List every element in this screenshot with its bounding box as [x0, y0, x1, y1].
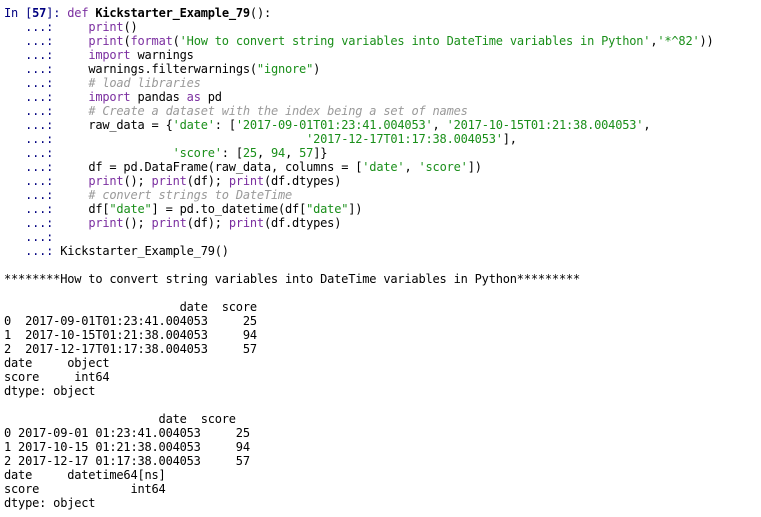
input-line-4: ...: import warnings: [4, 48, 194, 62]
df1-header: date score: [4, 300, 257, 314]
code-comment: # Create a dataset with the index being …: [88, 104, 468, 118]
continuation-prompt: ...:: [4, 118, 54, 132]
input-line-16: ...: print(); print(df); print(df.dtypes…: [4, 216, 342, 230]
df1-row: 0 2017-09-01T01:23:41.004053 25: [4, 314, 257, 328]
continuation-prompt: ...:: [4, 20, 54, 34]
df1-dtype-line: dtype: object: [4, 384, 96, 398]
input-line-18: ...: Kickstarter_Example_79(): [4, 244, 229, 258]
df1-dtype-line: score int64: [4, 370, 110, 384]
input-line-3: ...: print(format('How to convert string…: [4, 34, 714, 48]
input-line-12: ...: df = pd.DataFrame(raw_data, columns…: [4, 160, 482, 174]
continuation-prompt: ...:: [4, 90, 54, 104]
input-line-6: ...: # load libraries: [4, 76, 201, 90]
continuation-prompt: ...:: [4, 48, 54, 62]
input-line-10: ...: '2017-12-17T01:17:38.004053'],: [4, 132, 517, 146]
ipython-console[interactable]: In [57]: def Kickstarter_Example_79(): .…: [0, 0, 761, 517]
input-line-15: ...: df["date"] = pd.to_datetime(df["dat…: [4, 202, 363, 216]
in-prompt: In [57]:: [4, 6, 61, 20]
input-line-2: ...: print(): [4, 20, 138, 34]
continuation-prompt: ...:: [4, 216, 54, 230]
continuation-prompt: ...:: [4, 188, 54, 202]
df2-dtype-line: score int64: [4, 482, 166, 496]
continuation-prompt: ...:: [4, 202, 54, 216]
input-line-9: ...: raw_data = {'date': ['2017-09-01T01…: [4, 118, 651, 132]
df2-row: 1 2017-10-15 01:21:38.004053 94: [4, 440, 250, 454]
function-name: Kickstarter_Example_79: [95, 6, 250, 20]
df1-row: 2 2017-12-17T01:17:38.004053 57: [4, 342, 257, 356]
continuation-prompt: ...:: [4, 62, 54, 76]
df2-dtype-line: dtype: object: [4, 496, 96, 510]
continuation-prompt: ...:: [4, 174, 54, 188]
df2-row: 0 2017-09-01 01:23:41.004053 25: [4, 426, 250, 440]
continuation-prompt: ...:: [4, 104, 54, 118]
df1-dtype-line: date object: [4, 356, 110, 370]
continuation-prompt: ...:: [4, 76, 54, 90]
function-call: Kickstarter_Example_79(): [60, 244, 229, 258]
input-line-11: ...: 'score': [25, 94, 57]}: [4, 146, 328, 160]
output-banner: ********How to convert string variables …: [4, 272, 581, 286]
input-line-8: ...: # Create a dataset with the index b…: [4, 104, 468, 118]
input-line-1: In [57]: def Kickstarter_Example_79():: [4, 6, 271, 20]
input-line-14: ...: # convert strings to DateTime: [4, 188, 292, 202]
continuation-prompt: ...:: [4, 230, 54, 244]
continuation-prompt: ...:: [4, 34, 54, 48]
code-comment: # convert strings to DateTime: [88, 188, 293, 202]
df2-dtype-line: date datetime64[ns]: [4, 468, 166, 482]
code-comment: # load libraries: [88, 76, 201, 90]
df2-row: 2 2017-12-17 01:17:38.004053 57: [4, 454, 250, 468]
input-line-17: ...:: [4, 230, 53, 244]
continuation-prompt: ...:: [4, 146, 54, 160]
continuation-prompt: ...:: [4, 132, 54, 146]
def-keyword: def: [67, 6, 96, 20]
df2-header: date score: [4, 412, 236, 426]
continuation-prompt: ...:: [4, 244, 54, 258]
df1-row: 1 2017-10-15T01:21:38.004053 94: [4, 328, 257, 342]
input-line-7: ...: import pandas as pd: [4, 90, 222, 104]
input-line-13: ...: print(); print(df); print(df.dtypes…: [4, 174, 342, 188]
continuation-prompt: ...:: [4, 160, 54, 174]
input-line-5: ...: warnings.filterwarnings("ignore"): [4, 62, 321, 76]
